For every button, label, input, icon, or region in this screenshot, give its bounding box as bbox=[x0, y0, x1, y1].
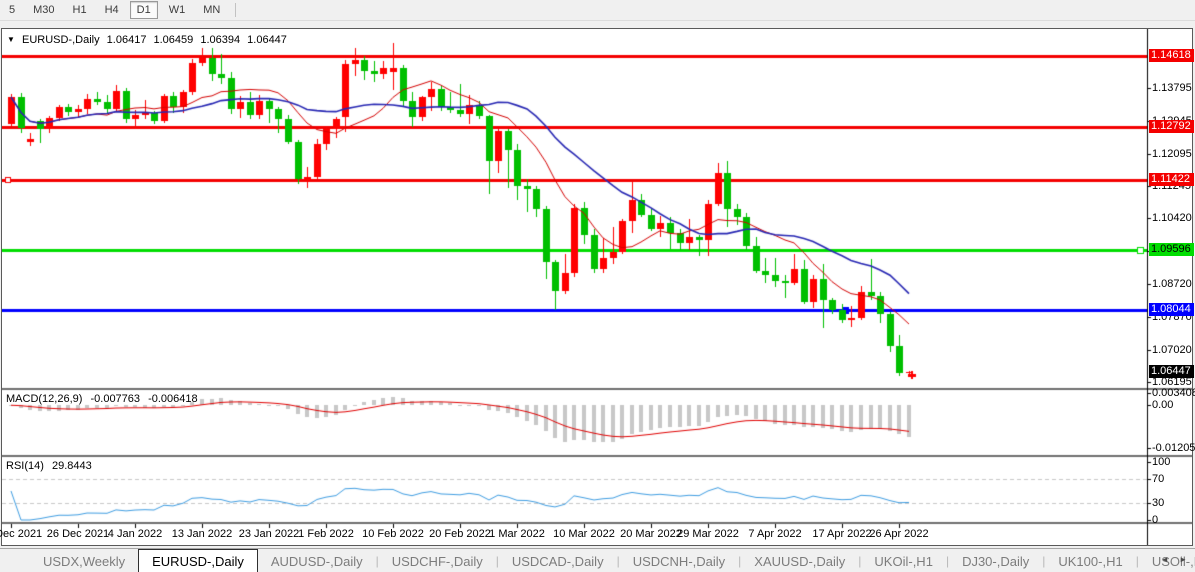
chart-close-value: 1.06447 bbox=[247, 34, 287, 46]
timeframe-button-MN[interactable]: MN bbox=[196, 1, 227, 19]
timeframe-button-H1[interactable]: H1 bbox=[66, 1, 94, 19]
time-axis-label: 10 Feb 2022 bbox=[357, 528, 429, 540]
price-level-badge: 1.12792 bbox=[1149, 120, 1194, 133]
macd-axis-label: 0.003408 bbox=[1152, 387, 1192, 399]
price-axis-label: 1.08720 bbox=[1152, 278, 1192, 290]
chart-title: ▼ EURUSD-,Daily 1.06417 1.06459 1.06394 … bbox=[7, 34, 291, 47]
time-axis-label: 13 Jan 2022 bbox=[166, 528, 238, 540]
time-axis-label: 1 Mar 2022 bbox=[481, 528, 553, 540]
rsi-axis-label: 30 bbox=[1152, 497, 1192, 509]
rsi-axis-label: 70 bbox=[1152, 473, 1192, 485]
tab-scroll-left-icon[interactable]: ◄ bbox=[1157, 555, 1173, 564]
price-level-badge: 1.14618 bbox=[1149, 49, 1194, 62]
chart-window: ▼ EURUSD-,Daily 1.06417 1.06459 1.06394 … bbox=[1, 28, 1193, 546]
tab-usdchf-daily[interactable]: USDCHF-,Daily bbox=[379, 549, 496, 572]
price-level-badge: 1.08044 bbox=[1149, 303, 1194, 316]
timeframe-button-5[interactable]: 5 bbox=[2, 1, 22, 19]
chart-high-value: 1.06459 bbox=[154, 34, 194, 46]
timeframe-button-M30[interactable]: M30 bbox=[26, 1, 61, 19]
price-axis-label: 1.12095 bbox=[1152, 148, 1192, 160]
tab-audusd-daily[interactable]: AUDUSD-,Daily bbox=[258, 549, 376, 572]
tab-usdcad-daily[interactable]: USDCAD-,Daily bbox=[499, 549, 617, 572]
rsi-indicator-label: RSI(14) 29.8443 bbox=[6, 460, 97, 472]
time-axis-label: 1 Feb 2022 bbox=[290, 528, 362, 540]
timeframe-toolbar: 5M30 H1H4D1W1MN bbox=[0, 0, 1195, 21]
time-axis-label: 7 Apr 2022 bbox=[739, 528, 811, 540]
tab-eurusd-daily[interactable]: EURUSD-,Daily bbox=[138, 549, 258, 572]
price-axis-label: 1.13795 bbox=[1152, 82, 1192, 94]
rsi-name: RSI(14) bbox=[6, 460, 44, 472]
rsi-value: 29.8443 bbox=[52, 460, 92, 472]
chart-symbol-label: EURUSD-,Daily bbox=[22, 34, 100, 46]
chart-open-value: 1.06417 bbox=[107, 34, 147, 46]
price-chart-canvas[interactable] bbox=[2, 29, 1192, 545]
time-axis-label: 4 Jan 2022 bbox=[99, 528, 171, 540]
time-axis-label: 10 Mar 2022 bbox=[548, 528, 620, 540]
symbol-tab-bar: USDX,WeeklyEURUSD-,DailyAUDUSD-,Daily|US… bbox=[0, 548, 1195, 572]
price-level-badge: 1.09596 bbox=[1149, 243, 1194, 256]
macd-main-value: -0.007763 bbox=[90, 393, 140, 405]
price-axis-label: 1.07020 bbox=[1152, 344, 1192, 356]
tab-scroll-right-icon[interactable]: ► bbox=[1175, 555, 1191, 564]
chart-low-value: 1.06394 bbox=[200, 34, 240, 46]
rsi-axis-label: 0 bbox=[1152, 514, 1192, 526]
price-level-badge: 1.11422 bbox=[1149, 173, 1194, 186]
time-axis-label: 26 Apr 2022 bbox=[863, 528, 935, 540]
timeframe-button-W1[interactable]: W1 bbox=[162, 1, 193, 19]
tab-usdx-weekly[interactable]: USDX,Weekly bbox=[30, 549, 138, 572]
time-axis-label: 29 Mar 2022 bbox=[672, 528, 744, 540]
tab-ukoil-h1[interactable]: UKOil-,H1 bbox=[861, 549, 946, 572]
symbol-dropdown-icon: ▼ bbox=[7, 35, 15, 44]
timeframe-button-H4[interactable]: H4 bbox=[98, 1, 126, 19]
toolbar-divider bbox=[235, 3, 236, 17]
tab-uk100-h1[interactable]: UK100-,H1 bbox=[1045, 549, 1135, 572]
macd-indicator-label: MACD(12,26,9) -0.007763 -0.006418 bbox=[6, 393, 203, 405]
time-axis-label: 16 Dec 2021 bbox=[0, 528, 47, 540]
tab-scroll-buttons: ◄ ► bbox=[1157, 555, 1191, 564]
macd-axis-label: 0.00 bbox=[1152, 399, 1192, 411]
tab-dj30-daily[interactable]: DJ30-,Daily bbox=[949, 549, 1042, 572]
timeframe-button-D1[interactable]: D1 bbox=[130, 1, 158, 19]
trading-terminal: 5M30 H1H4D1W1MN ▼ EURUSD-,Daily 1.06417 1… bbox=[0, 0, 1195, 572]
macd-signal-value: -0.006418 bbox=[148, 393, 198, 405]
price-axis-label: 1.10420 bbox=[1152, 212, 1192, 224]
macd-name: MACD(12,26,9) bbox=[6, 393, 82, 405]
macd-axis-label: -0.012058 bbox=[1152, 442, 1192, 454]
tab-xauusd-daily[interactable]: XAUUSD-,Daily bbox=[741, 549, 858, 572]
rsi-axis-label: 100 bbox=[1152, 456, 1192, 468]
tab-usdcnh-daily[interactable]: USDCNH-,Daily bbox=[620, 549, 738, 572]
current-price-badge: 1.06447 bbox=[1149, 365, 1194, 378]
